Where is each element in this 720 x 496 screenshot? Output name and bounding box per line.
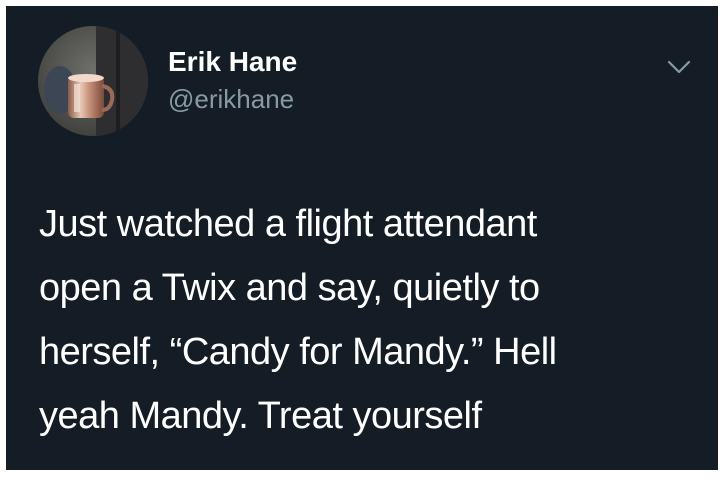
tweet-text-line: herself, “Candy for Mandy.” Hell [39, 331, 557, 373]
tweet-text-line: Just watched a flight attendant [39, 203, 537, 245]
tweet-text-line: open a Twix and say, quietly to [39, 267, 540, 309]
tweet-text: Just watched a flight attendant open a T… [39, 192, 689, 448]
author-display-name[interactable]: Erik Hane [168, 46, 297, 78]
author-avatar[interactable] [38, 26, 148, 136]
author-handle[interactable]: @erikhane [168, 84, 294, 114]
chevron-down-icon[interactable] [666, 58, 692, 76]
avatar-photo [38, 26, 148, 136]
tweet-text-line: yeah Mandy. Treat yourself [39, 395, 482, 437]
tweet-card: Erik Hane @erikhane Just watched a fligh… [6, 6, 718, 470]
